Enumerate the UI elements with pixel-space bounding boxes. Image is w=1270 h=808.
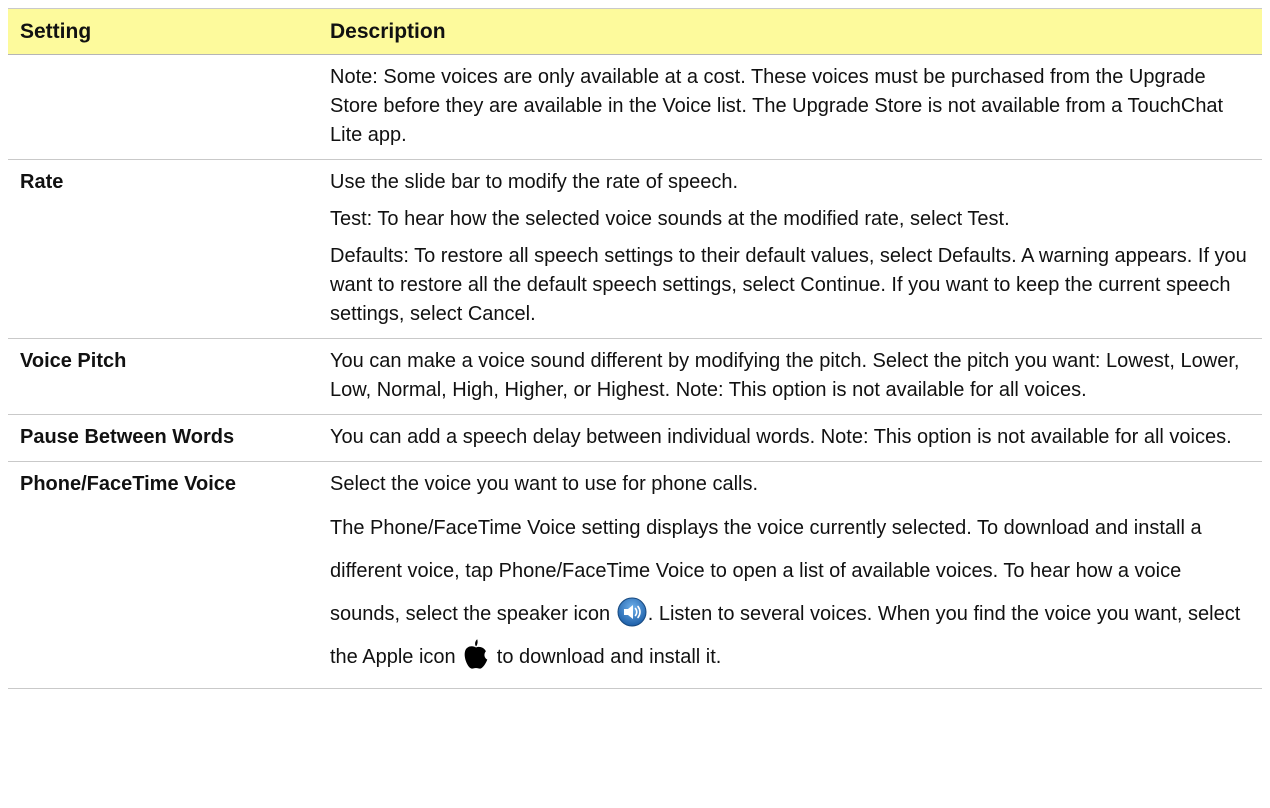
setting-cell: [8, 54, 318, 160]
settings-table: Setting Description Note: Some voices ar…: [8, 8, 1262, 689]
speaker-icon: [617, 597, 647, 627]
description-paragraph: You can make a voice sound different by …: [330, 350, 1240, 401]
description-paragraph: You can add a speech delay between indiv…: [330, 426, 1232, 448]
setting-cell: Pause Between Words: [8, 414, 318, 462]
description-paragraph: Use the slide bar to modify the rate of …: [330, 171, 738, 193]
description-paragraph: Defaults: To restore all speech settings…: [330, 245, 1247, 325]
description-cell: You can make a voice sound different by …: [318, 338, 1262, 415]
description-paragraph: Select the voice you want to use for pho…: [330, 473, 759, 495]
table-row: Phone/FaceTime Voice Select the voice yo…: [8, 461, 1262, 689]
header-setting: Setting: [8, 8, 318, 55]
description-paragraph: Note: Some voices are only available at …: [330, 66, 1224, 146]
description-paragraph: Test: To hear how the selected voice sou…: [330, 208, 1010, 230]
table-row: Note: Some voices are only available at …: [8, 54, 1262, 160]
description-paragraph-with-icons: The Phone/FaceTime Voice setting display…: [330, 507, 1250, 679]
table-row: Rate Use the slide bar to modify the rat…: [8, 159, 1262, 339]
text-segment: to download and install it.: [491, 646, 722, 668]
description-cell: Select the voice you want to use for pho…: [318, 461, 1262, 689]
description-cell: You can add a speech delay between indiv…: [318, 414, 1262, 462]
header-description: Description: [318, 8, 1262, 55]
description-cell: Use the slide bar to modify the rate of …: [318, 159, 1262, 339]
setting-cell: Phone/FaceTime Voice: [8, 461, 318, 689]
setting-cell: Voice Pitch: [8, 338, 318, 415]
table-row: Voice Pitch You can make a voice sound d…: [8, 338, 1262, 415]
header-row: Setting Description: [8, 8, 1262, 55]
setting-cell: Rate: [8, 159, 318, 339]
apple-icon: [462, 638, 490, 670]
description-cell: Note: Some voices are only available at …: [318, 54, 1262, 160]
table-row: Pause Between Words You can add a speech…: [8, 414, 1262, 462]
